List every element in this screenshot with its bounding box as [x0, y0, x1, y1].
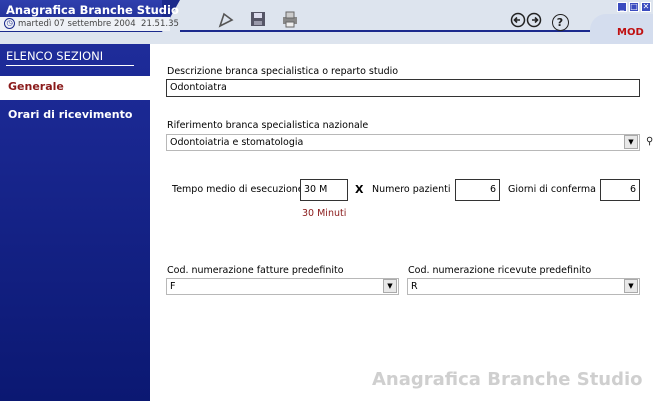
- ricevute-label: Cod. numerazione ricevute predefinito: [408, 265, 592, 276]
- sidebar-title: ELENCO SEZIONI: [6, 49, 104, 63]
- giorni-label: Giorni di conferma: [508, 184, 596, 195]
- ricevute-value: R: [411, 281, 418, 292]
- print-icon[interactable]: [278, 10, 302, 32]
- help-icon[interactable]: ?: [548, 11, 572, 33]
- giorni-field[interactable]: 6: [600, 179, 640, 201]
- app-title: Anagrafica Branche Studio: [6, 3, 179, 17]
- ricevute-select[interactable]: R: [407, 278, 640, 295]
- tempo-label: Tempo medio di esecuzione: [172, 184, 304, 195]
- watermark: Anagrafica Branche Studio: [372, 369, 643, 390]
- help-label: ?: [551, 14, 569, 31]
- date-time: martedì 07 settembre 2004 21.51.35: [18, 19, 179, 29]
- minimize-icon[interactable]: _: [617, 2, 627, 12]
- clock-icon: ◷: [4, 18, 15, 29]
- tempo-field[interactable]: 30 M: [300, 179, 348, 201]
- descrizione-label: Descrizione branca specialistica o repar…: [167, 66, 399, 77]
- fatture-value: F: [170, 281, 176, 292]
- sidebar-item-label[interactable]: Generale: [8, 80, 64, 93]
- descrizione-field[interactable]: Odontoiatra: [166, 79, 640, 97]
- riferimento-select[interactable]: Odontoiatria e stomatologia: [166, 134, 640, 151]
- riferimento-label: Riferimento branca specialistica naziona…: [167, 120, 369, 131]
- sidebar-divider: [6, 65, 134, 66]
- pazienti-field[interactable]: 6: [455, 179, 500, 201]
- close-icon[interactable]: ✕: [641, 2, 651, 12]
- pazienti-label: Numero pazienti: [372, 184, 451, 195]
- maximize-icon[interactable]: □: [629, 2, 639, 12]
- fatture-label: Cod. numerazione fatture predefinito: [167, 265, 344, 276]
- riferimento-value: Odontoiatria e stomatologia: [170, 137, 304, 148]
- forward-icon[interactable]: [522, 12, 546, 34]
- fatture-select[interactable]: F: [166, 278, 399, 295]
- chevron-down-icon[interactable]: ▼: [624, 279, 638, 293]
- chevron-down-icon[interactable]: ▼: [383, 279, 397, 293]
- pin-icon[interactable]: [214, 10, 238, 32]
- times-symbol: X: [355, 183, 364, 196]
- chevron-down-icon[interactable]: ▼: [624, 135, 638, 149]
- link-icon[interactable]: ⚲: [646, 136, 653, 147]
- tempo-hint: 30 Minuti: [302, 208, 347, 219]
- time-label: 21.51.35: [141, 19, 179, 29]
- sidebar-item-orari[interactable]: Orari di ricevimento: [8, 108, 132, 121]
- save-icon[interactable]: [246, 10, 270, 32]
- date-label: martedì 07 settembre 2004: [18, 19, 136, 29]
- mode-indicator: MOD: [617, 27, 644, 38]
